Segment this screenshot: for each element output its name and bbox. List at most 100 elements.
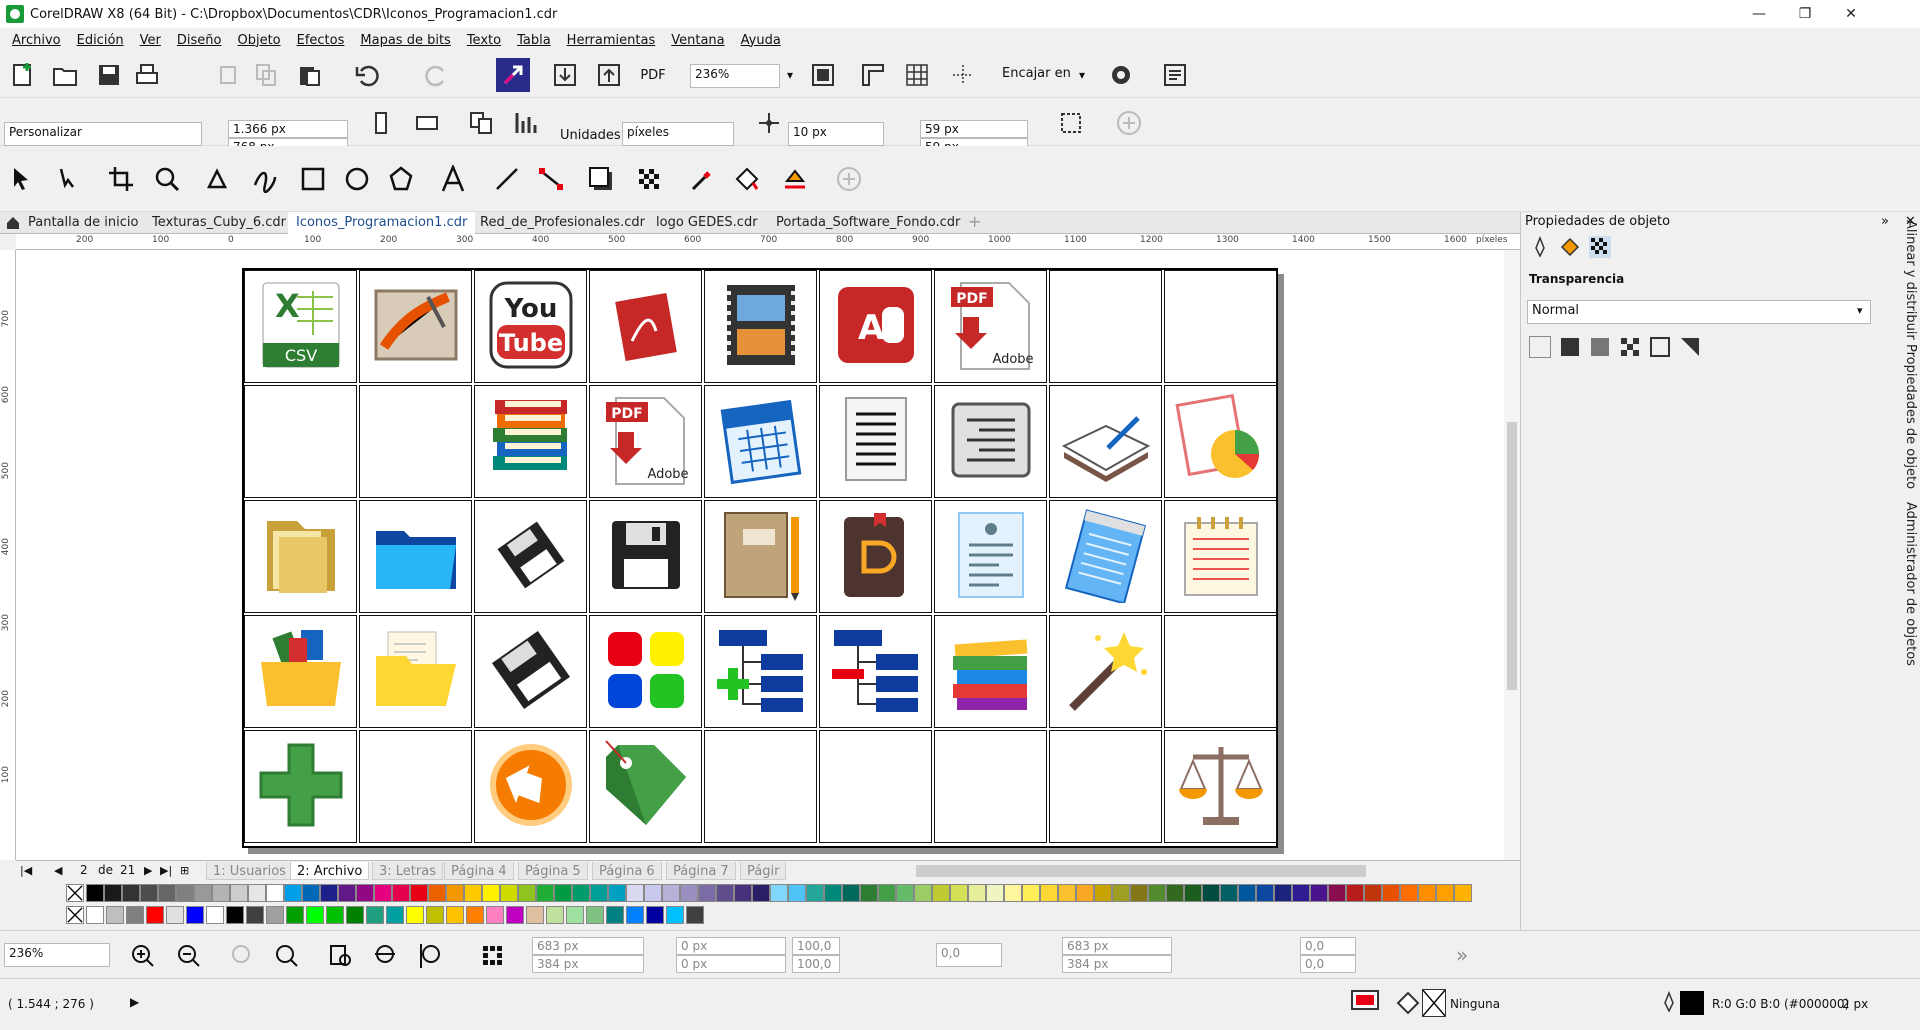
palette-swatch[interactable] (546, 906, 564, 924)
palette-swatch[interactable] (644, 884, 662, 902)
zoom-selected-icon[interactable] (226, 939, 260, 973)
icon-grid-cell[interactable] (1164, 385, 1277, 498)
uniform-transparency-icon[interactable] (1559, 336, 1581, 358)
palette-swatch[interactable] (518, 884, 536, 902)
side-tab-alinear[interactable]: Alinear y distribuir (1903, 220, 1918, 340)
all-pages-icon[interactable] (464, 106, 498, 140)
palette-swatch[interactable] (586, 906, 604, 924)
snap-dropdown-icon[interactable]: ▾ (1074, 58, 1090, 92)
page-preset-select[interactable]: Personalizar (4, 122, 202, 146)
tab-portada-software[interactable]: Portada_Software_Fondo.cdr (768, 212, 968, 234)
full-screen-icon[interactable] (806, 58, 840, 92)
add-tool-icon[interactable] (832, 162, 866, 196)
folder-blue-icon[interactable] (368, 507, 464, 606)
palette-swatch[interactable] (1004, 884, 1022, 902)
palette-swatch[interactable] (248, 884, 266, 902)
palette-swatch[interactable] (1274, 884, 1292, 902)
icon-grid-cell[interactable] (474, 730, 587, 843)
palette-swatch[interactable] (464, 884, 482, 902)
palette-swatch[interactable] (176, 884, 194, 902)
palette-swatch[interactable] (140, 884, 158, 902)
palette-swatch[interactable] (246, 906, 264, 924)
skew-h-field[interactable]: 0,0 (1300, 937, 1356, 955)
print-icon[interactable] (130, 58, 164, 92)
palette-swatch[interactable] (1310, 884, 1328, 902)
palette-swatch[interactable] (1220, 884, 1238, 902)
palette-swatch[interactable] (914, 884, 932, 902)
status-expand-icon[interactable]: ▶ (130, 995, 139, 1009)
zoom-width-icon[interactable] (370, 939, 404, 973)
palette-swatch[interactable] (306, 906, 324, 924)
zoom-tool-icon[interactable] (150, 162, 184, 196)
icon-grid-cell[interactable] (704, 500, 817, 613)
icon-grid-cell[interactable] (359, 730, 472, 843)
palette-swatch[interactable] (446, 906, 464, 924)
palette-swatch[interactable] (1202, 884, 1220, 902)
palette-swatch[interactable] (226, 906, 244, 924)
document-lines-icon[interactable] (828, 392, 924, 491)
palette-swatch[interactable] (284, 884, 302, 902)
icon-grid-cell[interactable] (819, 615, 932, 728)
palette-swatch[interactable] (482, 884, 500, 902)
rotation-angle-field[interactable]: 0,0 (936, 943, 1002, 967)
rectangle-tool-icon[interactable] (296, 162, 330, 196)
palette-swatch[interactable] (1166, 884, 1184, 902)
icon-grid-cell[interactable] (1049, 730, 1162, 843)
icon-grid-cell[interactable] (704, 615, 817, 728)
report-chart-icon[interactable] (1173, 392, 1269, 491)
drop-shadow-tool-icon[interactable] (584, 162, 618, 196)
palette-swatch[interactable] (1130, 884, 1148, 902)
plus-icon[interactable] (253, 737, 349, 836)
show-rulers-icon[interactable] (856, 58, 890, 92)
palette-swatch[interactable] (86, 906, 104, 924)
transparency-tool-icon[interactable] (632, 162, 666, 196)
palette-swatch[interactable] (896, 884, 914, 902)
duplicate-x-field[interactable]: 59 px (920, 120, 1028, 138)
current-page-icon[interactable] (508, 106, 542, 140)
zoom-height-icon[interactable] (414, 939, 448, 973)
add-icon[interactable] (1112, 106, 1146, 140)
palette-swatch[interactable] (446, 884, 464, 902)
folder-open-icon[interactable] (253, 507, 349, 606)
csv-icon[interactable]: CSV X (253, 277, 349, 376)
page-tab-4[interactable]: Página 4 (444, 862, 514, 880)
palette-swatch[interactable] (286, 906, 304, 924)
palette-swatch[interactable] (266, 884, 284, 902)
palette-swatch[interactable] (662, 884, 680, 902)
no-color-swatch[interactable] (66, 884, 84, 902)
palette-swatch[interactable] (104, 884, 122, 902)
palette-swatch[interactable] (788, 884, 806, 902)
tab-pantalla-de-inicio[interactable]: Pantalla de inicio (20, 212, 146, 234)
transparency-tab-icon[interactable] (1589, 236, 1611, 258)
restore-button[interactable]: ❐ (1782, 0, 1828, 28)
reference-point-icon[interactable] (476, 939, 510, 973)
portrait-icon[interactable] (364, 106, 398, 140)
tree-remove-icon[interactable] (828, 622, 924, 721)
palette-swatch[interactable] (526, 906, 544, 924)
menu-herramientas[interactable]: Herramientas (559, 33, 664, 48)
palette-swatch[interactable] (500, 884, 518, 902)
folder-yellow-icon[interactable] (368, 622, 464, 721)
new-document-icon[interactable] (6, 58, 40, 92)
palette-swatch[interactable] (426, 906, 444, 924)
magic-wand-icon[interactable] (1058, 622, 1154, 721)
vertical-ruler[interactable]: 700 600 500 400 300 200 100 (0, 250, 16, 860)
cut-icon[interactable] (212, 58, 246, 92)
tab-red-de-profesionales[interactable]: Red_de_Profesionales.cdr (472, 212, 653, 234)
palette-swatch[interactable] (206, 906, 224, 924)
icon-grid-cell[interactable] (589, 270, 702, 383)
palette-swatch[interactable] (1058, 884, 1076, 902)
save-icon[interactable] (92, 58, 126, 92)
palette-swatch[interactable] (326, 906, 344, 924)
palette-swatch[interactable] (1112, 884, 1130, 902)
palette-swatch[interactable] (666, 906, 684, 924)
menu-archivo[interactable]: Archivo (4, 33, 69, 48)
page-tab-7[interactable]: Página 7 (666, 862, 736, 880)
calendar-icon[interactable] (713, 392, 809, 491)
palette-swatch[interactable] (1346, 884, 1364, 902)
palette-swatch[interactable] (158, 884, 176, 902)
zoom-page-icon[interactable] (324, 939, 358, 973)
icon-grid-cell[interactable] (244, 500, 357, 613)
first-page-icon[interactable]: |◀ (20, 864, 32, 877)
film-icon[interactable] (713, 277, 809, 376)
